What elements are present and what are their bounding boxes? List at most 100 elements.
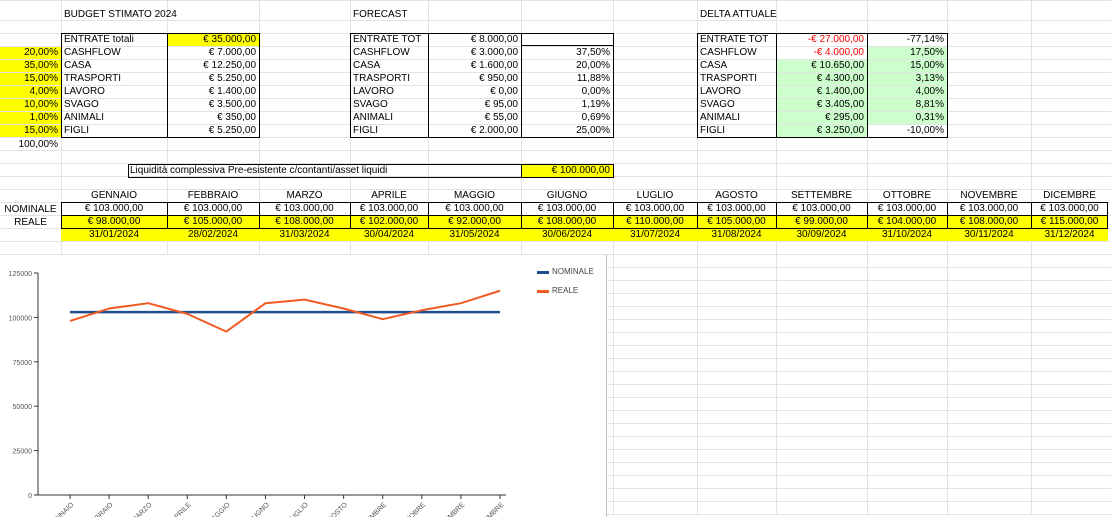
nominale-cell[interactable]: € 103.000,00 bbox=[259, 203, 350, 215]
budget-value-cell[interactable]: € 5.250,00 bbox=[167, 73, 259, 85]
budget-pct-cell[interactable]: 4,00% bbox=[0, 86, 61, 98]
delta-value-cell[interactable]: € 3.250,00 bbox=[776, 125, 867, 137]
delta-entrate-pct[interactable]: -77,14% bbox=[867, 34, 947, 46]
forecast-label-cell[interactable]: SVAGO bbox=[351, 99, 428, 111]
forecast-value-cell[interactable]: € 1.600,00 bbox=[428, 60, 521, 72]
delta-pct-cell[interactable]: 17,50% bbox=[867, 47, 947, 59]
forecast-value-cell[interactable]: € 55,00 bbox=[428, 112, 521, 124]
budget-pct-cell[interactable]: 15,00% bbox=[0, 73, 61, 85]
nominale-cell[interactable]: € 103.000,00 bbox=[521, 203, 613, 215]
legend-label-reale[interactable]: REALE bbox=[552, 286, 578, 296]
reale-cell[interactable]: € 105.000,00 bbox=[167, 216, 259, 228]
delta-pct-cell[interactable]: 0,31% bbox=[867, 112, 947, 124]
budget-total-pct[interactable]: 100,00% bbox=[0, 139, 61, 151]
reale-cell[interactable]: € 105.000,00 bbox=[697, 216, 776, 228]
delta-value-cell[interactable]: € 295,00 bbox=[776, 112, 867, 124]
budget-pct-cell[interactable]: 35,00% bbox=[0, 60, 61, 72]
budget-label-cell[interactable]: CASA bbox=[62, 60, 167, 72]
budget-value-cell[interactable]: € 350,00 bbox=[167, 112, 259, 124]
reale-cell[interactable]: € 108.000,00 bbox=[259, 216, 350, 228]
delta-pct-cell[interactable]: 3,13% bbox=[867, 73, 947, 85]
line-chart[interactable]: 0 25000 50000 75000 100000 125000 GENNAIO FEBBR… bbox=[0, 254, 607, 517]
delta-value-cell[interactable]: € 1.400,00 bbox=[776, 86, 867, 98]
budget-pct-cell[interactable]: 15,00% bbox=[0, 125, 61, 137]
delta-entrate-value[interactable]: -€ 27.000,00 bbox=[776, 34, 867, 46]
budget-value-cell[interactable]: € 5.250,00 bbox=[167, 125, 259, 137]
month-header[interactable]: DICEMBRE bbox=[1031, 190, 1108, 202]
month-header[interactable]: APRILE bbox=[350, 190, 428, 202]
reale-cell[interactable]: € 115.000,00 bbox=[1031, 216, 1108, 228]
budget-label-cell[interactable]: ANIMALI bbox=[62, 112, 167, 124]
delta-value-cell[interactable]: -€ 4.000,00 bbox=[776, 47, 867, 59]
month-header[interactable]: NOVEMBRE bbox=[947, 190, 1031, 202]
reale-cell[interactable]: € 92.000,00 bbox=[428, 216, 521, 228]
budget-entrate-value[interactable]: € 35.000,00 bbox=[167, 34, 259, 46]
budget-label-cell[interactable]: SVAGO bbox=[62, 99, 167, 111]
forecast-pct-cell[interactable]: 0,00% bbox=[521, 86, 613, 98]
budget-label-cell[interactable]: LAVORO bbox=[62, 86, 167, 98]
forecast-label-cell[interactable]: TRASPORTI bbox=[351, 73, 428, 85]
forecast-entrate-label[interactable]: ENTRATE TOT bbox=[351, 34, 428, 46]
date-cell[interactable]: 30/11/2024 bbox=[947, 229, 1031, 241]
month-header[interactable]: MARZO bbox=[259, 190, 350, 202]
delta-pct-cell[interactable]: 8,81% bbox=[867, 99, 947, 111]
nominale-cell[interactable]: € 103.000,00 bbox=[776, 203, 867, 215]
forecast-value-cell[interactable]: € 0,00 bbox=[428, 86, 521, 98]
delta-label-cell[interactable]: ANIMALI bbox=[698, 112, 776, 124]
liquidita-label[interactable]: Liquidità complessiva Pre-esistente c/co… bbox=[129, 165, 521, 177]
nominale-cell[interactable]: € 103.000,00 bbox=[167, 203, 259, 215]
forecast-pct-cell[interactable]: 20,00% bbox=[521, 60, 613, 72]
delta-pct-cell[interactable]: 4,00% bbox=[867, 86, 947, 98]
budget-value-cell[interactable]: € 7.000,00 bbox=[167, 47, 259, 59]
date-cell[interactable]: 31/08/2024 bbox=[697, 229, 776, 241]
delta-label-cell[interactable]: SVAGO bbox=[698, 99, 776, 111]
budget-pct-cell[interactable]: 20,00% bbox=[0, 47, 61, 59]
budget-pct-cell[interactable]: 10,00% bbox=[0, 99, 61, 111]
month-header[interactable]: AGOSTO bbox=[697, 190, 776, 202]
liquidita-value[interactable]: € 100.000,00 bbox=[521, 165, 613, 177]
nominale-cell[interactable]: € 103.000,00 bbox=[61, 203, 167, 215]
delta-entrate-label[interactable]: ENTRATE TOT bbox=[698, 34, 776, 46]
budget-label-cell[interactable]: CASHFLOW bbox=[62, 47, 167, 59]
month-header[interactable]: SETTEMBRE bbox=[776, 190, 867, 202]
delta-label-cell[interactable]: FIGLI bbox=[698, 125, 776, 137]
month-header[interactable]: MAGGIO bbox=[428, 190, 521, 202]
month-header[interactable]: FEBBRAIO bbox=[167, 190, 259, 202]
delta-value-cell[interactable]: € 10.650,00 bbox=[776, 60, 867, 72]
delta-value-cell[interactable]: € 3.405,00 bbox=[776, 99, 867, 111]
nominale-cell[interactable]: € 103.000,00 bbox=[697, 203, 776, 215]
date-cell[interactable]: 31/12/2024 bbox=[1031, 229, 1108, 241]
date-cell[interactable]: 30/09/2024 bbox=[776, 229, 867, 241]
month-header[interactable]: GENNAIO bbox=[61, 190, 167, 202]
forecast-pct-cell[interactable]: 25,00% bbox=[521, 125, 613, 137]
nominale-cell[interactable]: € 103.000,00 bbox=[613, 203, 697, 215]
delta-label-cell[interactable]: CASHFLOW bbox=[698, 47, 776, 59]
legend-label-nominale[interactable]: NOMINALE bbox=[552, 267, 594, 277]
delta-label-cell[interactable]: LAVORO bbox=[698, 86, 776, 98]
nominale-cell[interactable]: € 103.000,00 bbox=[428, 203, 521, 215]
date-cell[interactable]: 31/01/2024 bbox=[61, 229, 167, 241]
budget-entrate-label[interactable]: ENTRATE totali bbox=[62, 34, 167, 46]
budget-value-cell[interactable]: € 3.500,00 bbox=[167, 99, 259, 111]
reale-cell[interactable]: € 104.000,00 bbox=[867, 216, 947, 228]
date-cell[interactable]: 31/07/2024 bbox=[613, 229, 697, 241]
nominale-cell[interactable]: € 103.000,00 bbox=[350, 203, 428, 215]
reale-cell[interactable]: € 99.000,00 bbox=[776, 216, 867, 228]
forecast-pct-cell[interactable]: 37,50% bbox=[521, 47, 613, 59]
reale-cell[interactable]: € 98.000,00 bbox=[61, 216, 167, 228]
month-header[interactable]: LUGLIO bbox=[613, 190, 697, 202]
forecast-value-cell[interactable]: € 2.000,00 bbox=[428, 125, 521, 137]
row-label-nominale[interactable]: NOMINALE bbox=[0, 204, 61, 216]
date-cell[interactable]: 31/03/2024 bbox=[259, 229, 350, 241]
reale-cell[interactable]: € 108.000,00 bbox=[947, 216, 1031, 228]
forecast-label-cell[interactable]: ANIMALI bbox=[351, 112, 428, 124]
month-header[interactable]: OTTOBRE bbox=[867, 190, 947, 202]
forecast-value-cell[interactable]: € 3.000,00 bbox=[428, 47, 521, 59]
budget-pct-cell[interactable]: 1,00% bbox=[0, 112, 61, 124]
forecast-entrate-value[interactable]: € 8.000,00 bbox=[428, 34, 521, 46]
budget-label-cell[interactable]: FIGLI bbox=[62, 125, 167, 137]
forecast-pct-cell[interactable]: 0,69% bbox=[521, 112, 613, 124]
row-label-reale[interactable]: REALE bbox=[0, 217, 61, 229]
forecast-label-cell[interactable]: LAVORO bbox=[351, 86, 428, 98]
nominale-cell[interactable]: € 103.000,00 bbox=[1031, 203, 1108, 215]
